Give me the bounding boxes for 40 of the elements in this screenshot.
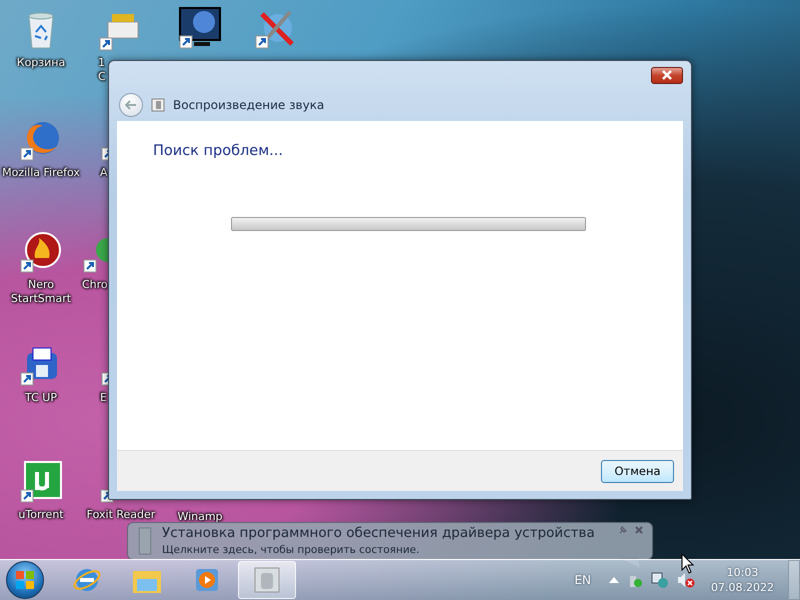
icon-label: TC UP [25,391,57,405]
close-icon [661,70,673,80]
windows-logo-icon [15,570,35,590]
start-button[interactable] [6,561,44,599]
up-triangle-icon [609,577,620,583]
window-title: Воспроизведение звука [173,98,324,112]
notification-title: Установка программного обеспечения драйвера устройства [162,525,596,542]
speaker-muted-icon [677,572,696,588]
notification-text: Щелкните здесь, чтобы проверить состояние. [162,543,420,557]
network-icon [651,572,670,588]
pin-icon[interactable] [618,525,628,535]
play-icon [193,566,221,594]
icon-label: Nero [28,278,54,292]
close-button[interactable] [651,66,683,84]
icon-label: uTorrent [18,508,64,522]
close-icon[interactable] [634,525,644,535]
back-arrow-icon [125,100,137,110]
computer-tower-icon [136,525,154,557]
mu-tile-icon[interactable] [19,460,63,504]
language-indicator[interactable]: EN [574,573,592,587]
icon-label: E [100,391,107,405]
monitor-icon[interactable] [178,6,222,50]
flame-disc-icon[interactable] [19,230,63,274]
clock-date[interactable]: 07.08.2022 [711,580,774,595]
taskbar-app-button[interactable] [238,561,296,599]
back-button[interactable] [119,93,143,117]
cancel-button[interactable]: Отмена [601,460,674,482]
icon-label: С [98,70,106,84]
status-heading: Поиск проблем... [153,143,284,159]
icon-label: A [100,166,108,180]
clock-time[interactable]: 10:03 [726,565,758,580]
show-desktop-button[interactable] [788,560,800,600]
notification-balloon[interactable]: Установка программного обеспечения драйвера устройства Щелкните здесь, чтобы проверить состояние. [127,522,653,560]
icon-label: Chro [82,278,108,292]
icon-label: StartSmart [10,292,72,306]
icon-label: Winamp [177,510,223,524]
icon-label: Foxit Reader [86,508,156,522]
icon-label: 1 [98,56,105,70]
icon-label: Mozilla Firefox [2,166,80,180]
icon-label: Корзина [16,56,66,70]
